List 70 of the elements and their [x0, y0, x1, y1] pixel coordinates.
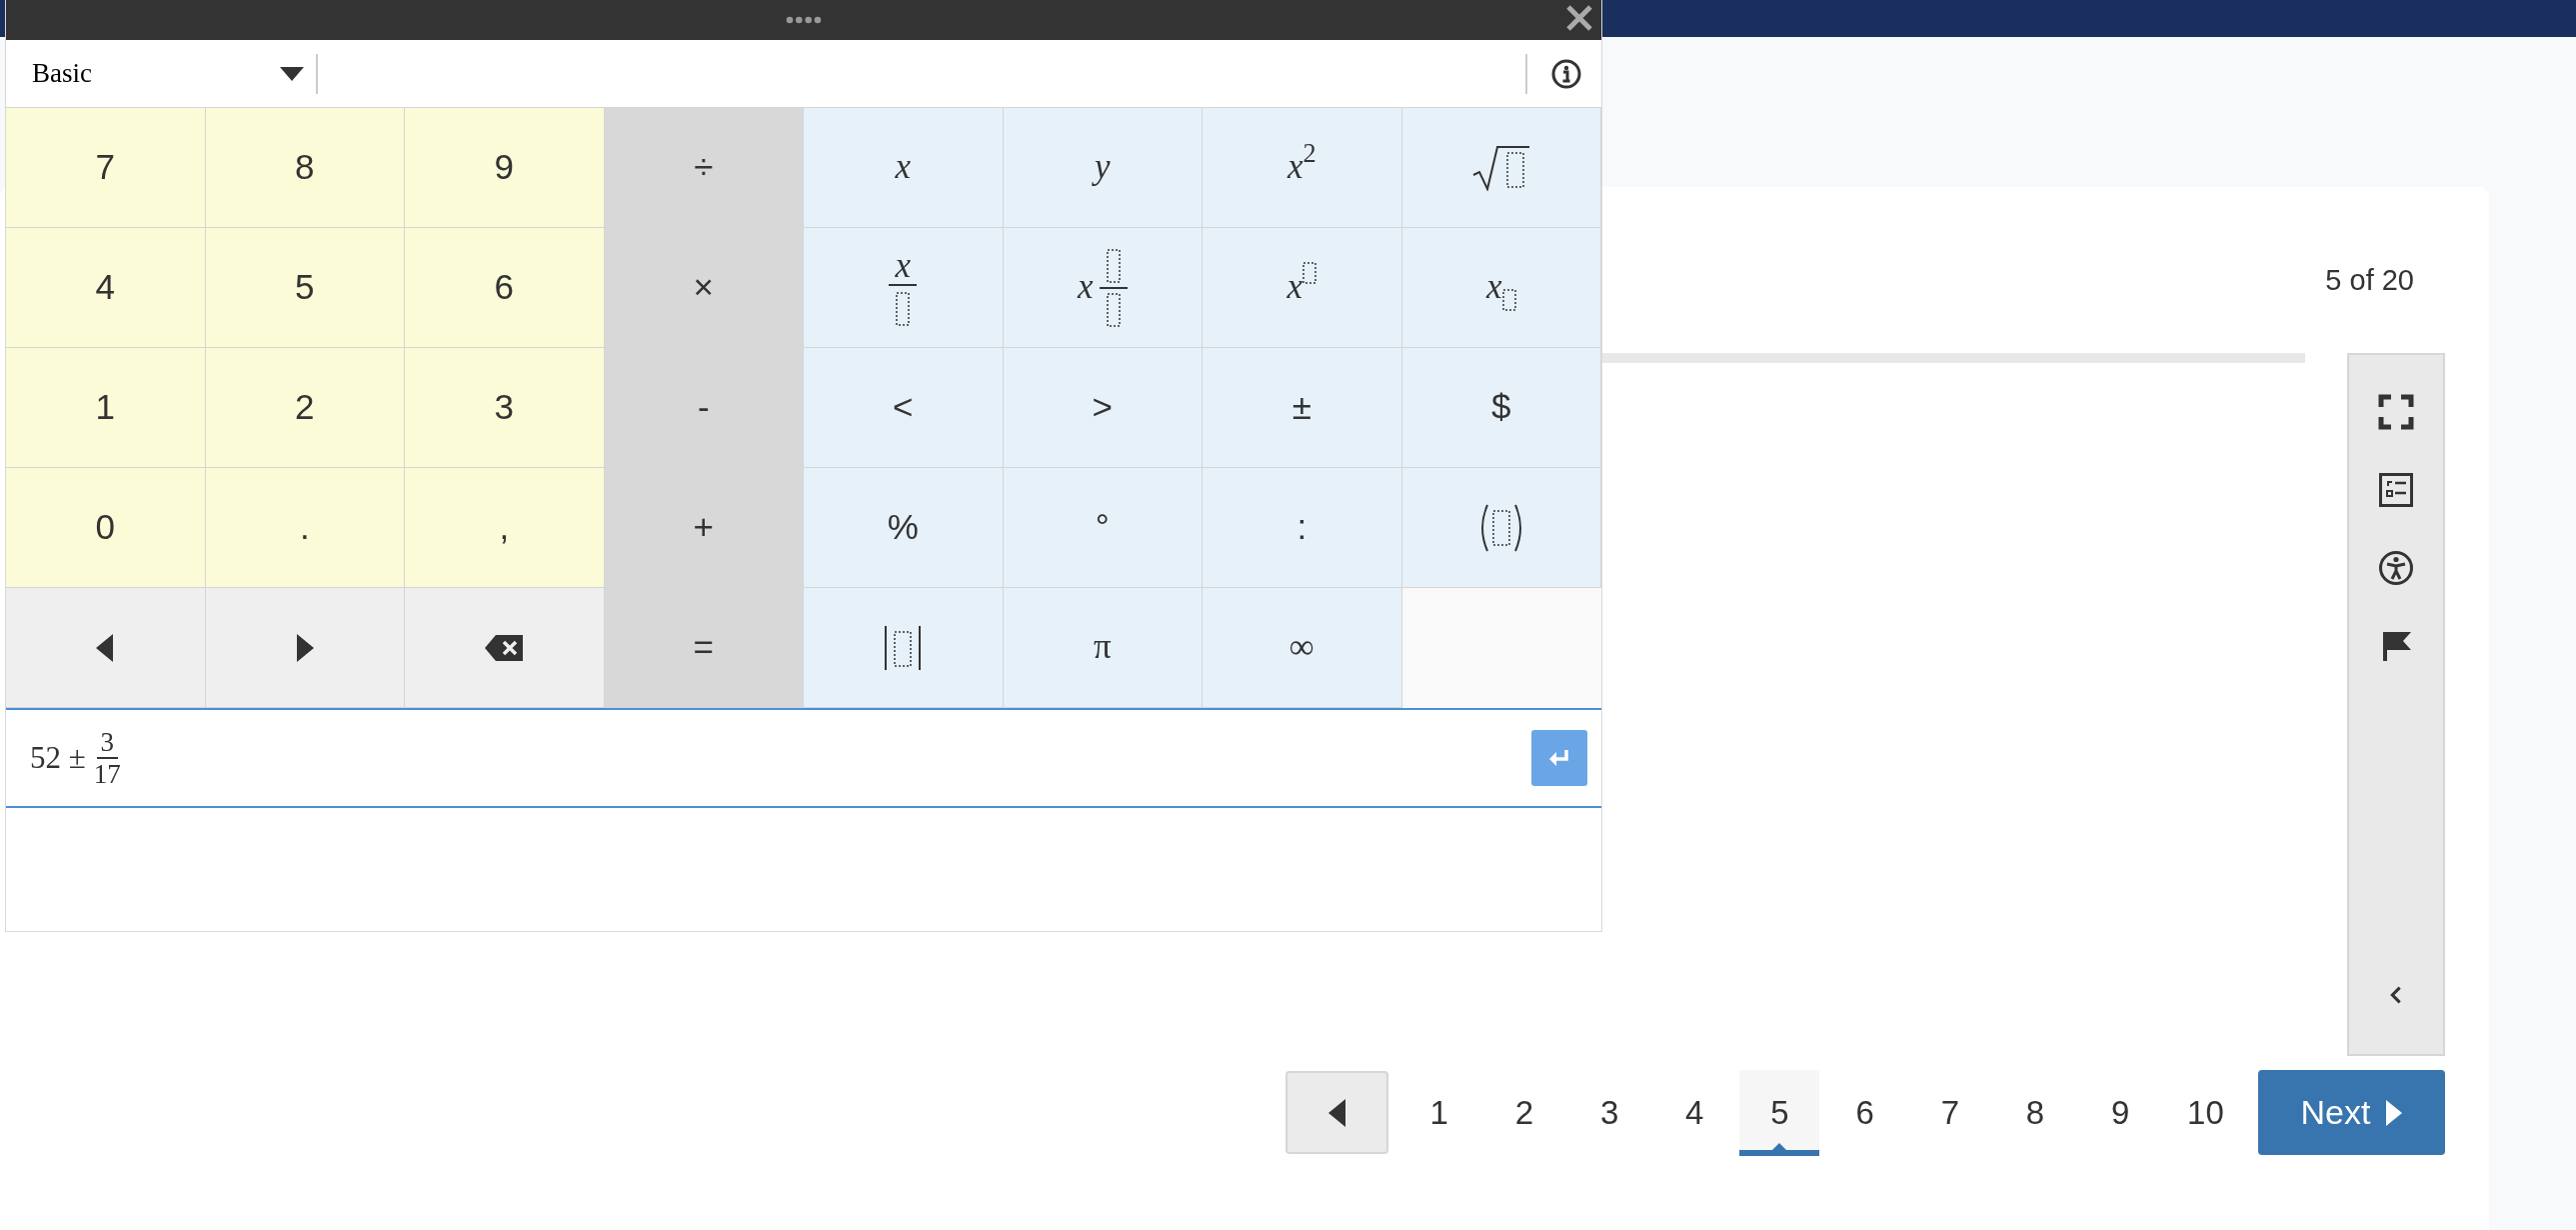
triangle-left-icon — [96, 633, 115, 662]
answer-text: 52 ± — [30, 738, 86, 777]
page-number[interactable]: 5 — [1739, 1070, 1820, 1155]
calculator-key[interactable]: - — [604, 348, 804, 468]
fullscreen-icon — [2378, 394, 2414, 430]
calculator-key[interactable]: 2 — [205, 348, 405, 468]
calculator-key[interactable]: 5 — [205, 228, 405, 348]
fraction-placeholder-icon — [889, 282, 918, 327]
close-icon — [1565, 4, 1593, 32]
page-number[interactable]: 8 — [1995, 1070, 2076, 1155]
page-number[interactable]: 10 — [2165, 1070, 2246, 1155]
superscript-placeholder-icon — [1302, 262, 1316, 284]
accessibility-icon — [2378, 550, 2414, 586]
calculator-key[interactable]: 7 — [6, 108, 206, 228]
close-button[interactable] — [1565, 4, 1593, 32]
page-number[interactable]: 1 — [1398, 1070, 1479, 1155]
page-number[interactable]: 6 — [1824, 1070, 1905, 1155]
calculator-key[interactable]: 8 — [205, 108, 405, 228]
calculator-key[interactable]: . — [205, 468, 405, 588]
question-counter: 5 of 20 — [2325, 263, 2414, 298]
info-icon — [1551, 58, 1581, 89]
subscript-placeholder-icon — [1501, 289, 1516, 311]
calculator-key[interactable]: 1 — [6, 348, 206, 468]
triangle-right-icon — [295, 633, 314, 662]
calculator-key[interactable]: > — [1003, 348, 1203, 468]
page-number[interactable]: 4 — [1654, 1070, 1735, 1155]
next-button[interactable]: Next — [2258, 1070, 2445, 1155]
calculator-key[interactable]: < — [804, 348, 1004, 468]
calculator-key[interactable]: y — [1003, 108, 1203, 228]
calculator-key[interactable]: ° — [1003, 468, 1203, 588]
calculator-key[interactable]: π — [1003, 588, 1203, 708]
triangle-left-icon — [1327, 1098, 1346, 1127]
page-number[interactable]: 2 — [1483, 1070, 1564, 1155]
calculator-key[interactable] — [405, 588, 605, 708]
page-number[interactable]: 3 — [1569, 1070, 1650, 1155]
calculator-key[interactable]: x — [804, 108, 1004, 228]
mixed-fraction-placeholder-icon — [1099, 247, 1128, 328]
calculator-key[interactable]: 3 — [405, 348, 605, 468]
answer-fraction: 3 17 — [93, 727, 121, 789]
backspace-icon — [484, 633, 525, 662]
calculator-key[interactable]: 6 — [405, 228, 605, 348]
calculator-key[interactable]: 4 — [6, 228, 206, 348]
return-icon — [1547, 748, 1571, 768]
calculator-key[interactable]: 9 — [405, 108, 605, 228]
calculator-key[interactable]: x — [1003, 228, 1203, 348]
drag-handle-icon — [786, 16, 822, 24]
calculator-key[interactable]: , — [405, 468, 605, 588]
calculator-key[interactable]: ÷ — [604, 108, 804, 228]
absolute-value-icon — [883, 623, 924, 672]
calculator-key[interactable]: x — [1203, 228, 1402, 348]
calculator-key[interactable]: x — [1401, 228, 1601, 348]
calculator-key[interactable]: ± — [1203, 348, 1402, 468]
calculator-key[interactable]: × — [604, 228, 804, 348]
triangle-right-icon — [2386, 1099, 2403, 1126]
calculator-key[interactable]: x — [804, 228, 1004, 348]
enter-button[interactable] — [1531, 730, 1587, 786]
page-number[interactable]: 9 — [2080, 1070, 2161, 1155]
calculator-key[interactable]: : — [1203, 468, 1402, 588]
checklist-icon — [2378, 472, 2414, 508]
calculator-key[interactable]: % — [804, 468, 1004, 588]
calculator-key[interactable]: + — [604, 468, 804, 588]
previous-button[interactable] — [1286, 1071, 1389, 1154]
calculator-key[interactable]: = — [604, 588, 804, 708]
calculator-key[interactable]: x$^{2}$ — [1203, 108, 1402, 228]
calculator-key[interactable]: 0 — [6, 468, 206, 588]
caret-icon — [280, 66, 304, 81]
page-number[interactable]: 7 — [1909, 1070, 1990, 1155]
calculator-key[interactable]: $ — [1401, 348, 1601, 468]
square-root-icon — [1470, 144, 1531, 191]
calculator-key[interactable]: ∞ — [1203, 588, 1402, 708]
